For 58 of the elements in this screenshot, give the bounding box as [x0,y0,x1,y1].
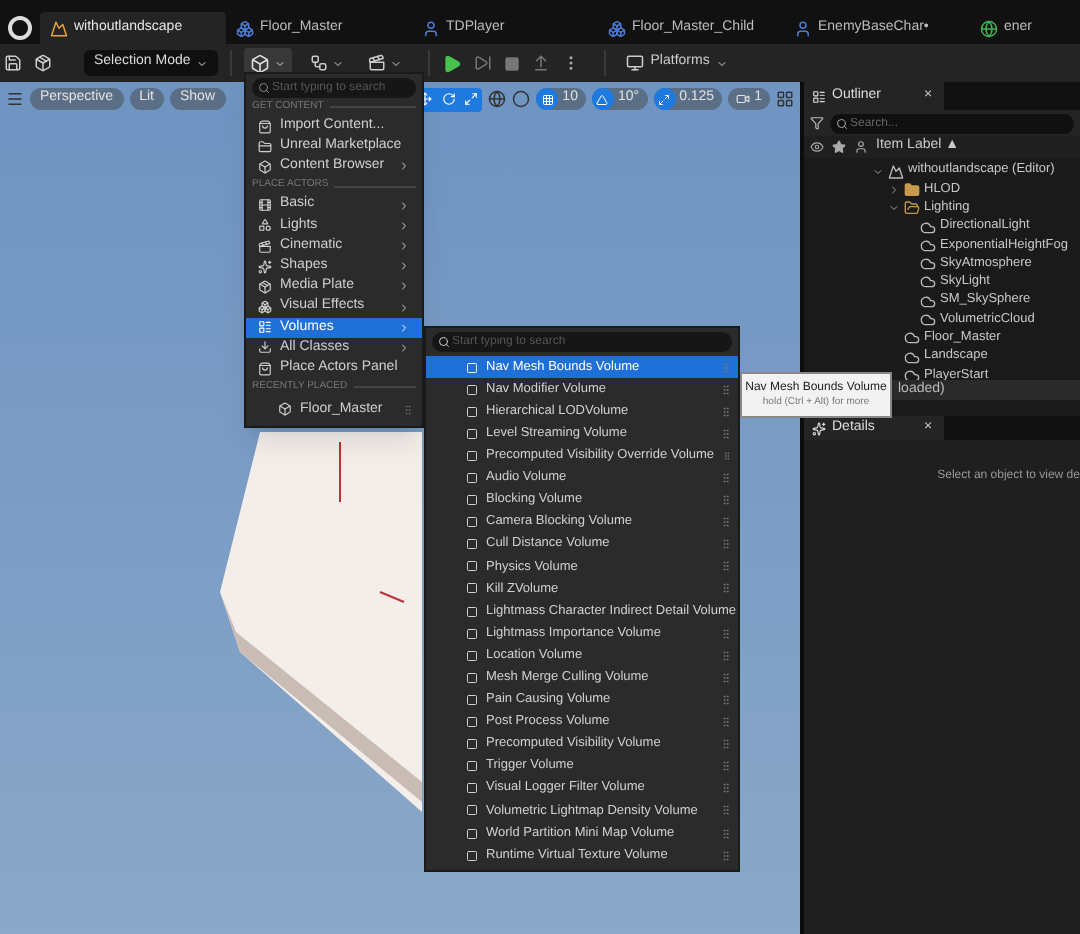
list-icon [812,89,826,103]
blueprint-icon [236,19,254,37]
circle-icon[interactable] [512,90,531,108]
bag-icon [258,119,272,134]
person-icon [794,19,812,37]
import-icon [258,340,272,355]
shapes-icon [258,218,272,233]
globe-icon [980,19,998,37]
stop-icon[interactable] [504,55,521,71]
expander-icon[interactable] [888,202,900,215]
cube-icon [278,402,292,417]
expander-icon[interactable] [888,183,900,196]
step-icon[interactable] [474,54,493,72]
search-icon [258,82,270,94]
eject-icon[interactable] [532,54,551,72]
save-icon[interactable] [4,54,22,72]
blueprint-icon [608,19,626,37]
folder-icon [258,139,272,154]
level-icon [888,163,904,180]
package-icon [258,279,272,294]
cubes-icon [258,300,272,315]
search-icon [438,336,450,348]
level-icon [50,19,68,37]
globe-icon[interactable] [488,90,507,108]
eye-icon[interactable] [810,140,824,154]
sparkles-icon [812,421,826,435]
cube-icon [250,53,271,73]
person-icon [422,19,440,37]
layout-icon[interactable] [776,90,794,108]
scale-icon [653,88,676,110]
expander-icon[interactable] [872,165,884,178]
search-icon [836,117,848,129]
film-icon [258,198,272,213]
grid-icon [536,88,559,110]
star-icon[interactable] [832,140,846,154]
play-icon[interactable] [442,53,463,73]
caret-icon [274,57,287,69]
scale-icon[interactable] [463,92,478,106]
nodes-icon [310,54,329,72]
caret-icon [715,57,728,69]
rotate-icon[interactable] [441,92,456,106]
camera-icon [736,92,751,106]
caret-icon [332,57,345,69]
caret-icon [390,57,403,69]
cube-icon [258,159,272,174]
clapperboard-icon [368,54,387,72]
angle-icon [591,88,614,110]
bag-icon [258,361,272,376]
clapperboard-icon [258,239,272,254]
filter-icon[interactable] [810,116,824,130]
monitor-icon [626,54,645,72]
person-icon[interactable] [854,140,868,154]
menu-icon[interactable] [6,90,24,108]
sparkles-icon [258,259,272,274]
engine-logo[interactable] [8,16,32,40]
caret-icon [196,57,209,69]
list-icon [258,320,272,335]
content-icon[interactable] [34,54,52,72]
